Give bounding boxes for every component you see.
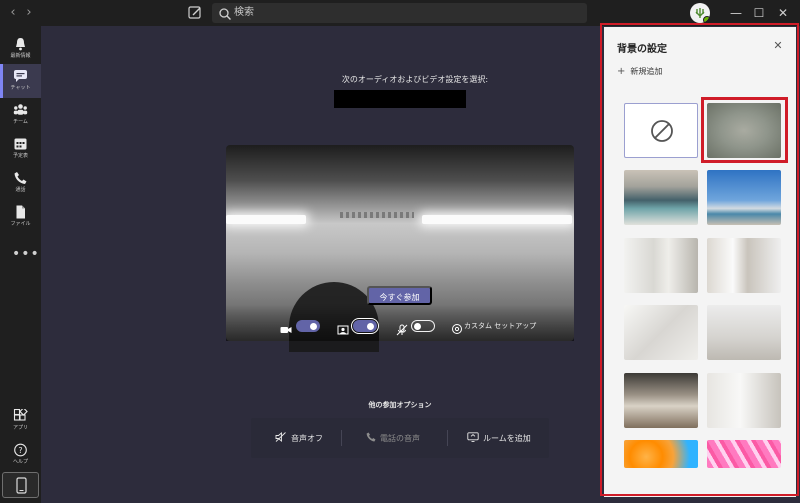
mobile-phone-icon	[16, 477, 27, 494]
rail-item-chat[interactable]: チャット	[0, 64, 41, 98]
device-prompt: 次のオーディオおよびビデオ設定を選択:	[341, 75, 489, 84]
mic-off-icon	[396, 321, 408, 336]
selected-background-highlight	[701, 97, 788, 163]
cast-icon	[467, 432, 479, 442]
rail-label: ファイル	[10, 221, 31, 227]
rail-label: チーム	[13, 119, 28, 125]
teams-icon	[13, 102, 28, 116]
rail-label: 最新情報	[10, 53, 31, 59]
background-thumbnail[interactable]	[707, 373, 781, 428]
divider	[341, 430, 342, 446]
rail-item-calendar[interactable]: 予定表	[0, 132, 41, 166]
mobile-device-button[interactable]	[2, 472, 39, 498]
rail-label: アプリ	[12, 425, 28, 431]
help-icon: ?	[13, 442, 28, 457]
plus-icon: +	[617, 66, 626, 77]
phone-audio-option[interactable]: 電話の音声	[366, 432, 420, 445]
apps-icon	[13, 407, 28, 422]
search-box[interactable]: 検索	[212, 3, 587, 23]
close-panel-icon[interactable]: ✕	[772, 40, 784, 52]
camera-icon	[280, 321, 292, 333]
redacted-device-field	[334, 90, 466, 108]
file-icon	[13, 204, 28, 219]
ceiling-vent	[340, 212, 414, 218]
background-thumbnail[interactable]	[707, 440, 781, 468]
rail-label: 通話	[15, 187, 26, 193]
title-bar: ‹ › 検索 — ☐ ✕	[0, 0, 800, 26]
background-thumbnail[interactable]	[624, 440, 698, 468]
option-label: ルームを追加	[483, 434, 531, 443]
presence-available-icon	[703, 16, 710, 23]
rail-label: チャット	[10, 85, 31, 91]
custom-setup-link[interactable]: カスタム セットアップ	[464, 321, 536, 331]
background-thumbnail[interactable]	[624, 373, 698, 428]
rail-label: ヘルプ	[12, 459, 28, 465]
camera-toggle[interactable]	[296, 320, 320, 332]
divider	[447, 430, 448, 446]
calendar-icon	[13, 136, 28, 150]
forward-arrow-icon[interactable]: ›	[22, 5, 36, 21]
background-thumbnail[interactable]	[624, 170, 698, 225]
avatar[interactable]	[690, 3, 710, 23]
background-thumbnail[interactable]	[707, 305, 781, 360]
compose-icon[interactable]	[186, 4, 204, 22]
option-label: 音声オフ	[291, 434, 323, 443]
phone-icon	[366, 432, 376, 442]
rail-item-calls[interactable]: 通話	[0, 166, 41, 200]
join-now-button[interactable]: 今すぐ参加	[367, 286, 432, 305]
toggle-knob	[310, 323, 317, 330]
background-thumbnail[interactable]	[624, 305, 698, 360]
phone-icon	[13, 170, 28, 184]
ceiling-light	[422, 215, 572, 224]
back-arrow-icon[interactable]: ‹	[6, 5, 20, 21]
app-rail: 最新情報 チャット チーム 予定表 通話 ファイル ••• アプリ ? ヘルプ	[0, 26, 41, 503]
add-new-background-button[interactable]: + 新規追加	[617, 66, 662, 78]
svg-text:?: ?	[18, 446, 22, 455]
bell-icon	[13, 36, 28, 51]
other-join-options: 音声オフ 電話の音声 ルームを追加	[251, 418, 549, 458]
background-blur-icon	[337, 321, 349, 335]
ceiling-light	[226, 215, 306, 224]
rail-item-apps[interactable]: アプリ	[0, 404, 41, 438]
option-label: 電話の音声	[380, 434, 420, 443]
no-background-icon	[650, 119, 674, 143]
rail-item-files[interactable]: ファイル	[0, 200, 41, 234]
more-apps-icon[interactable]: •••	[12, 246, 40, 262]
add-room-option[interactable]: ルームを追加	[467, 432, 531, 445]
background-thumbnail[interactable]	[707, 238, 781, 293]
background-none-option[interactable]	[624, 103, 698, 158]
rail-item-teams[interactable]: チーム	[0, 98, 41, 132]
toggle-knob	[414, 323, 421, 330]
rail-item-activity[interactable]: 最新情報	[0, 32, 41, 66]
audio-off-option[interactable]: 音声オフ	[275, 432, 323, 445]
search-placeholder: 検索	[234, 7, 254, 18]
close-window-icon[interactable]: ✕	[775, 5, 791, 21]
minimize-icon[interactable]: —	[728, 5, 744, 21]
background-blur-toggle[interactable]	[351, 318, 379, 334]
speaker-off-icon	[275, 432, 286, 442]
microphone-toggle[interactable]	[411, 320, 435, 332]
background-thumbnail[interactable]	[624, 238, 698, 293]
other-join-options-title: 他の参加オプション	[368, 401, 432, 409]
settings-gear-icon	[451, 320, 463, 334]
rail-label: 予定表	[12, 153, 28, 159]
add-new-label: 新規追加	[630, 67, 663, 76]
panel-title: 背景の設定	[617, 44, 667, 55]
search-icon	[218, 6, 232, 20]
background-thumbnail[interactable]	[707, 170, 781, 225]
toggle-knob	[367, 323, 374, 330]
rail-item-help[interactable]: ? ヘルプ	[0, 438, 41, 472]
chat-icon	[13, 68, 28, 82]
maximize-icon[interactable]: ☐	[751, 5, 767, 21]
